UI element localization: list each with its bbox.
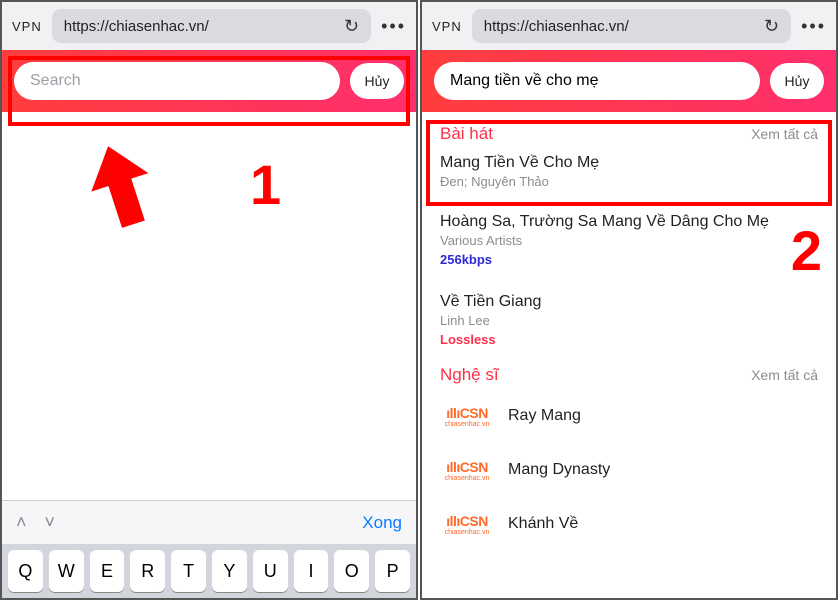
phone-panel-2: VPN https://chiasenhac.vn/ ↻ ••• Hủy Bài… [420, 0, 838, 600]
browser-menu-icon[interactable]: ••• [381, 16, 406, 37]
see-all-artists[interactable]: Xem tất cả [751, 367, 818, 383]
song-item[interactable]: Về Tiền Giang Linh Lee Lossless [422, 273, 836, 353]
section-songs: Bài hát Xem tất cả Mang Tiền Về Cho Mẹ Đ… [422, 112, 836, 193]
key-r[interactable]: R [130, 550, 165, 592]
see-all-songs[interactable]: Xem tất cả [751, 126, 818, 142]
search-input[interactable] [30, 72, 324, 90]
song-artist: Đen; Nguyên Thảo [440, 174, 818, 189]
cancel-button[interactable]: Hủy [770, 63, 824, 99]
song-item[interactable]: Hoàng Sa, Trường Sa Mang Về Dâng Cho Mẹ … [422, 193, 836, 273]
artist-name: Mang Dynasty [508, 461, 610, 479]
artist-name: Ray Mang [508, 407, 581, 425]
url-text: https://chiasenhac.vn/ [484, 18, 629, 35]
song-bitrate: Lossless [440, 332, 818, 347]
cancel-button[interactable]: Hủy [350, 63, 404, 99]
vpn-badge: VPN [12, 19, 42, 34]
url-box[interactable]: https://chiasenhac.vn/ ↻ [472, 9, 791, 43]
kb-next-icon[interactable]: ˅ [45, 512, 56, 533]
search-field[interactable] [434, 62, 760, 100]
key-w[interactable]: W [49, 550, 84, 592]
keyboard-row: Q W E R T Y U I O P [2, 544, 416, 598]
search-field[interactable] [14, 62, 340, 100]
artist-item[interactable]: ıllıCSN chiasenhac.vn Khánh Về [422, 497, 836, 551]
song-artist: Various Artists [440, 233, 818, 248]
phone-panel-1: VPN https://chiasenhac.vn/ ↻ ••• Hủy 1 [0, 0, 418, 600]
artist-name: Khánh Về [508, 515, 578, 533]
key-e[interactable]: E [90, 550, 125, 592]
browser-bar: VPN https://chiasenhac.vn/ ↻ ••• [2, 2, 416, 50]
song-title[interactable]: Mang Tiền Về Cho Mẹ [440, 154, 818, 172]
song-title: Về Tiền Giang [440, 293, 818, 311]
artist-item[interactable]: ıllıCSN chiasenhac.vn Mang Dynasty [422, 443, 836, 497]
key-i[interactable]: I [294, 550, 329, 592]
search-strip: Hủy [422, 50, 836, 112]
key-y[interactable]: Y [212, 550, 247, 592]
key-p[interactable]: P [375, 550, 410, 592]
url-text: https://chiasenhac.vn/ [64, 18, 209, 35]
song-bitrate: 256kbps [440, 252, 818, 267]
csn-logo-icon: ıllıCSN chiasenhac.vn [440, 453, 494, 487]
keyboard: ˄ ˅ Xong Q W E R T Y U I O P [2, 500, 416, 598]
annotation-number-1: 1 [250, 152, 281, 217]
song-title: Hoàng Sa, Trường Sa Mang Về Dâng Cho Mẹ [440, 213, 818, 231]
annotation-arrow-icon [82, 144, 162, 244]
search-strip: Hủy [2, 50, 416, 112]
key-u[interactable]: U [253, 550, 288, 592]
section-title-artists: Nghệ sĩ [440, 365, 499, 385]
vpn-badge: VPN [432, 19, 462, 34]
reload-icon[interactable]: ↻ [344, 16, 359, 37]
csn-logo-icon: ıllıCSN chiasenhac.vn [440, 399, 494, 433]
reload-icon[interactable]: ↻ [764, 16, 779, 37]
search-input[interactable] [450, 72, 744, 90]
key-o[interactable]: O [334, 550, 369, 592]
csn-logo-icon: ıllıCSN chiasenhac.vn [440, 507, 494, 541]
url-box[interactable]: https://chiasenhac.vn/ ↻ [52, 9, 371, 43]
key-q[interactable]: Q [8, 550, 43, 592]
keyboard-done-button[interactable]: Xong [362, 513, 402, 533]
artist-item[interactable]: ıllıCSN chiasenhac.vn Ray Mang [422, 389, 836, 443]
keyboard-accessory-bar: ˄ ˅ Xong [2, 500, 416, 544]
browser-bar: VPN https://chiasenhac.vn/ ↻ ••• [422, 2, 836, 50]
section-artists: Nghệ sĩ Xem tất cả [422, 353, 836, 389]
song-artist: Linh Lee [440, 313, 818, 328]
kb-prev-icon[interactable]: ˄ [16, 512, 27, 533]
key-t[interactable]: T [171, 550, 206, 592]
browser-menu-icon[interactable]: ••• [801, 16, 826, 37]
section-title-songs: Bài hát [440, 124, 493, 144]
